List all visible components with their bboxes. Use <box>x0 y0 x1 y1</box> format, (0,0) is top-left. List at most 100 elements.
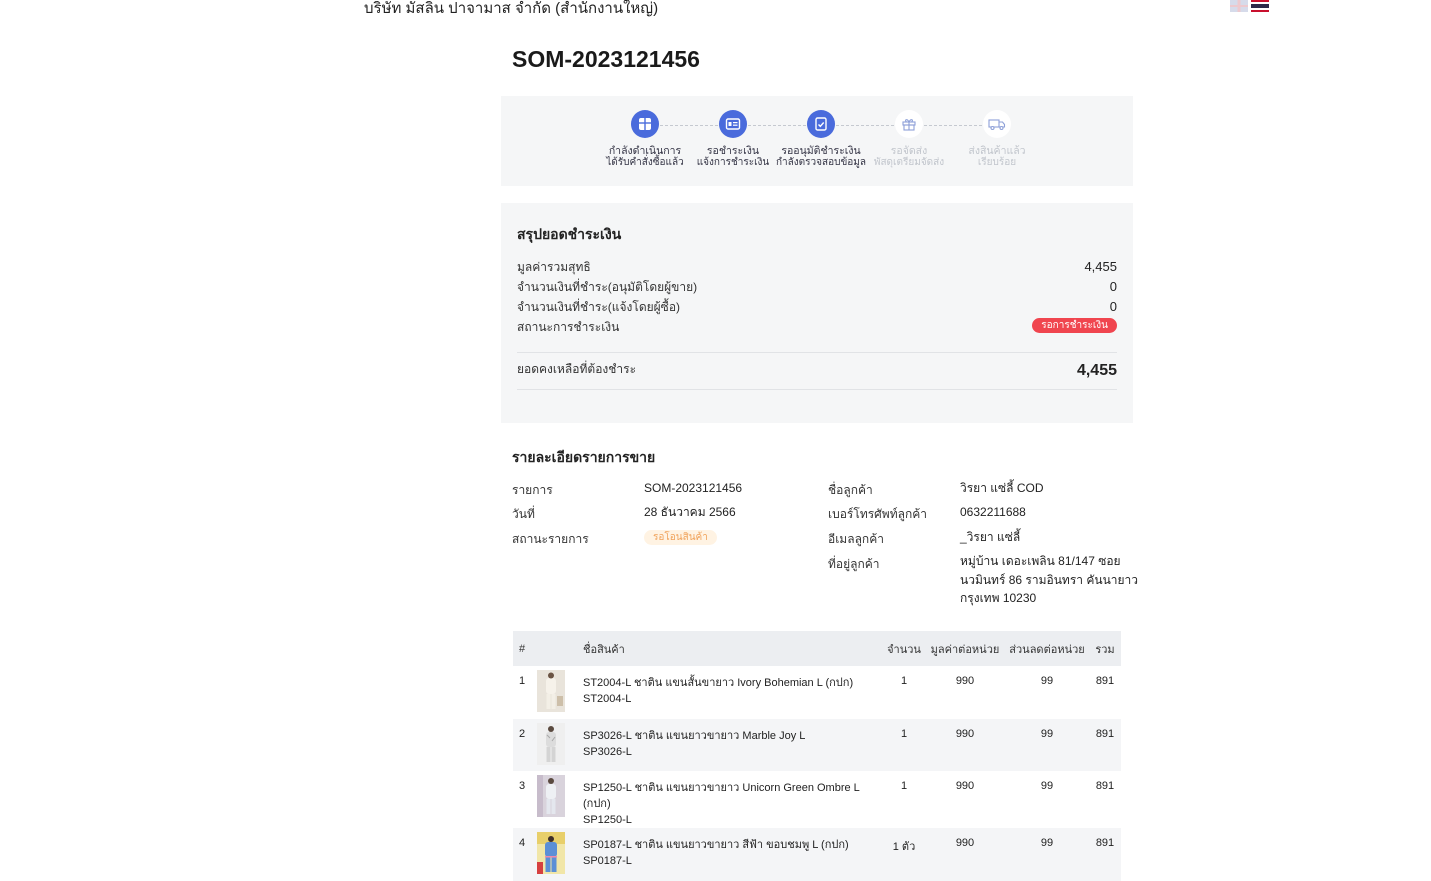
product-cell: ST2004-L ชาติน แขนสั้นขายาว Ivory Bohemi… <box>583 666 883 719</box>
table-row: 1 ST2004-L ชาติน แขนสั้นขายาว Ivory Bohe… <box>513 666 1121 719</box>
row-unit-price: 990 <box>925 828 1005 881</box>
order-status-label: สถานะรายการ <box>512 532 589 546</box>
summary-row-payment-status: สถานะการชำระเงิน รอการชำระเงิน <box>517 316 1117 336</box>
customer-name: วิรยา แซ่ลี้ COD <box>960 481 1044 495</box>
address-line: หมู่บ้าน เดอะเพลิน 81/147 ซอย <box>960 554 1121 568</box>
product-cell: SP1250-L ชาติน แขนยาวขายาว Unicorn Green… <box>583 771 883 828</box>
divider <box>517 389 1117 390</box>
col-index: # <box>513 631 537 666</box>
row-total: 891 <box>1089 718 1121 771</box>
row-index: 3 <box>519 780 526 792</box>
product-name[interactable]: SP3026-L ชาติน แขนยาวขายาว Marble Joy L <box>583 728 883 744</box>
payment-status-badge: รอการชำระเงิน <box>1032 318 1117 333</box>
step-sub: แจ้งการชำระเงิน <box>696 157 770 168</box>
row-index: 4 <box>513 828 537 881</box>
product-sku: ST2004-L <box>583 693 632 705</box>
progress-step-awaiting-payment: รอชำระเงิน แจ้งการชำระเงิน <box>683 110 783 168</box>
progress-step-processing: กำลังดำเนินการ ได้รับคำสั่งซื้อแล้ว <box>595 110 695 168</box>
customer-address: หมู่บ้าน เดอะเพลิน 81/147 ซอย นวมินทร์ 8… <box>960 552 1138 608</box>
balance-value: 4,455 <box>1076 362 1117 379</box>
address-line: กรุงเทพ 10230 <box>960 591 1037 605</box>
product-thumbnail[interactable] <box>537 828 583 881</box>
product-sku: SP1250-L <box>583 814 632 826</box>
step-label: รออนุมัติชำระเงิน <box>781 145 861 157</box>
col-unit-discount: ส่วนลดต่อหน่วย <box>1005 631 1089 666</box>
product-name[interactable]: SP0187-L ชาติน แขนยาวขายาว สีฟ้า ขอบชมพู… <box>583 837 883 853</box>
progress-step-shipped: ส่งสินค้าแล้ว เรียบร้อย <box>947 110 1047 168</box>
language-switcher <box>1230 0 1269 12</box>
row-qty: 1 <box>900 675 908 687</box>
box-icon <box>631 110 659 138</box>
customer-email: _วิรยา แซ่ลี้ <box>960 530 1021 544</box>
row-unit-discount: 99 <box>1005 718 1089 771</box>
step-label: รอชำระเงิน <box>706 145 760 157</box>
customer-phone: 0632211688 <box>960 505 1026 519</box>
phone-label: เบอร์โทรศัพท์ลูกค้า <box>828 507 927 521</box>
step-sub: กำลังตรวจสอบข้อมูล <box>775 157 867 168</box>
summary-value: 4,455 <box>1084 259 1117 274</box>
row-unit-price: 990 <box>955 675 975 687</box>
company-name: บริษัท มัสลิน ปาจามาส จำกัด (สำนักงานใหญ… <box>364 0 659 17</box>
step-sub: พัสดุเตรียมจัดส่ง <box>873 157 945 168</box>
summary-row-net-total: มูลค่ารวมสุทธิ 4,455 <box>517 256 1117 276</box>
product-name[interactable]: ST2004-L ชาติน แขนสั้นขายาว Ivory Bohemi… <box>583 675 883 691</box>
details-title: รายละเอียดรายการขาย <box>512 449 656 465</box>
row-qty: 1 <box>883 718 925 771</box>
truck-icon <box>983 110 1011 138</box>
step-sub: ได้รับคำสั่งซื้อแล้ว <box>606 157 684 168</box>
step-label: รอจัดส่ง <box>890 145 928 157</box>
row-unit-discount: 99 <box>1040 675 1054 687</box>
payment-summary: สรุปยอดชำระเงิน มูลค่ารวมสุทธิ 4,455 จำน… <box>501 203 1133 423</box>
product-thumbnail[interactable] <box>537 666 583 719</box>
row-total: 891 <box>1095 675 1115 687</box>
product-cell: SP3026-L ชาติน แขนยาวขายาว Marble Joy L … <box>583 718 883 771</box>
table-header-row: # ชื่อสินค้า จำนวน มูลค่าต่อหน่วย ส่วนลด… <box>513 631 1121 666</box>
row-unit-discount: 99 <box>1005 828 1089 881</box>
row-unit-price: 990 <box>925 718 1005 771</box>
order-label: รายการ <box>512 483 553 497</box>
col-qty: จำนวน <box>883 631 925 666</box>
progress-step-payment-approval: รออนุมัติชำระเงิน กำลังตรวจสอบข้อมูล <box>771 110 871 168</box>
date-value: 28 ธันวาคม 2566 <box>644 505 736 519</box>
product-sku: SP3026-L <box>583 745 632 758</box>
col-thumb <box>537 631 583 666</box>
product-name[interactable]: SP1250-L ชาติน แขนยาวขายาว Unicorn Green… <box>583 780 883 812</box>
address-line: นวมินทร์ 86 รามอินทรา คันนายาว <box>960 572 1139 587</box>
address-label: ที่อยู่ลูกค้า <box>828 557 880 571</box>
col-total: รวม <box>1089 631 1121 666</box>
row-index: 1 <box>519 675 526 687</box>
thai-flag-icon[interactable] <box>1251 0 1269 12</box>
col-product-name: ชื่อสินค้า <box>583 631 883 666</box>
product-thumbnail[interactable] <box>537 771 583 828</box>
summary-title: สรุปยอดชำระเงิน <box>517 226 622 242</box>
col-unit-price: มูลค่าต่อหน่วย <box>925 631 1005 666</box>
step-label: กำลังดำเนินการ <box>608 145 682 157</box>
clipboard-check-icon <box>807 110 835 138</box>
gift-icon <box>895 110 923 138</box>
customer-name-label: ชื่อลูกค้า <box>828 483 873 497</box>
balance-label: ยอดคงเหลือที่ต้องชำระ <box>517 362 637 376</box>
row-unit-discount: 99 <box>1040 780 1054 792</box>
items-table: # ชื่อสินค้า จำนวน มูลค่าต่อหน่วย ส่วนลด… <box>513 631 1121 881</box>
id-card-icon <box>719 110 747 138</box>
product-sku: SP0187-L <box>583 855 632 867</box>
summary-row-buyer-paid: จำนวนเงินที่ชำระ(แจ้งโดยผู้ซื้อ) 0 <box>517 296 1117 316</box>
row-unit-price: 990 <box>955 780 975 792</box>
step-sub: เรียบร้อย <box>977 157 1017 168</box>
uk-flag-icon[interactable] <box>1230 0 1248 12</box>
row-total: 891 <box>1095 780 1115 792</box>
summary-label: จำนวนเงินที่ชำระ(แจ้งโดยผู้ซื้อ) <box>517 300 681 314</box>
step-label: ส่งสินค้าแล้ว <box>968 145 1026 157</box>
table-row: 4 SP0187-L ชาติน แขนยาวขายาว สีฟ้า ขอบชม… <box>513 828 1121 881</box>
row-total: 891 <box>1089 828 1121 881</box>
row-qty: 1 <box>900 780 908 792</box>
summary-label: มูลค่ารวมสุทธิ <box>517 260 591 274</box>
order-value: SOM-2023121456 <box>644 481 743 495</box>
summary-value: 0 <box>1109 299 1117 314</box>
order-progress: กำลังดำเนินการ ได้รับคำสั่งซื้อแล้ว รอชำ… <box>501 96 1133 186</box>
summary-label: จำนวนเงินที่ชำระ(อนุมัติโดยผู้ขาย) <box>517 280 698 294</box>
product-thumbnail[interactable] <box>537 718 583 771</box>
row-index: 2 <box>513 718 537 771</box>
email-label: อีเมลลูกค้า <box>828 532 884 546</box>
row-qty: 1 ตัว <box>883 828 925 881</box>
